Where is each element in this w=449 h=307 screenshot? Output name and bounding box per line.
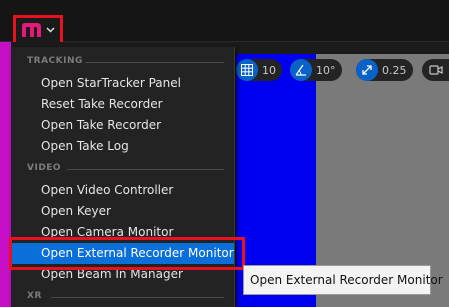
menu-item-open-take-recorder[interactable]: Open Take Recorder <box>11 115 234 136</box>
menu-item-open-keyer[interactable]: Open Keyer <box>11 201 234 222</box>
grid-snap-value: 10 <box>262 63 276 77</box>
menu-item-open-beam-in-manager[interactable]: Open Beam In Manager <box>11 264 234 285</box>
menu-item-reset-take-recorder[interactable]: Reset Take Recorder <box>11 94 234 115</box>
m-logo-icon <box>21 22 43 38</box>
viewport-toolbar: 10 10° 0.25 <box>236 54 449 86</box>
angle-snap-value: 10° <box>316 63 336 77</box>
tooltip: Open External Recorder Monitor <box>243 265 443 295</box>
camera-speed-button[interactable] <box>422 59 449 81</box>
logo-menu-button[interactable] <box>13 15 63 45</box>
camera-speed-icon <box>429 64 443 76</box>
menu-item-open-take-log[interactable]: Open Take Log <box>11 136 234 157</box>
angle-snap-button[interactable]: 10° <box>290 59 342 81</box>
section-divider <box>67 169 224 170</box>
scale-snap-icon <box>356 59 378 81</box>
grid-snap-icon <box>236 59 258 81</box>
top-toolbar <box>0 0 449 42</box>
menu-item-open-startracker-panel[interactable]: Open StarTracker Panel <box>11 73 234 94</box>
scale-snap-value: 0.25 <box>382 63 407 77</box>
viewport-magenta-region <box>0 42 11 307</box>
section-heading-tracking: TRACKING <box>27 56 83 66</box>
section-heading-video: VIDEO <box>27 163 62 173</box>
menu-item-open-video-controller[interactable]: Open Video Controller <box>11 180 234 201</box>
chevron-down-icon <box>46 27 55 33</box>
menu-item-open-camera-monitor[interactable]: Open Camera Monitor <box>11 222 234 243</box>
section-heading-xr: XR <box>27 291 42 301</box>
section-divider <box>85 62 224 63</box>
menu-item-open-external-recorder-monitor[interactable]: Open External Recorder Monitor <box>11 243 234 264</box>
grid-snap-button[interactable]: 10 <box>236 59 282 81</box>
scale-snap-button[interactable]: 0.25 <box>356 59 413 81</box>
section-divider <box>51 297 224 298</box>
dropdown-menu: TRACKING Open StarTracker Panel Reset Ta… <box>11 47 235 307</box>
angle-snap-icon <box>290 59 312 81</box>
